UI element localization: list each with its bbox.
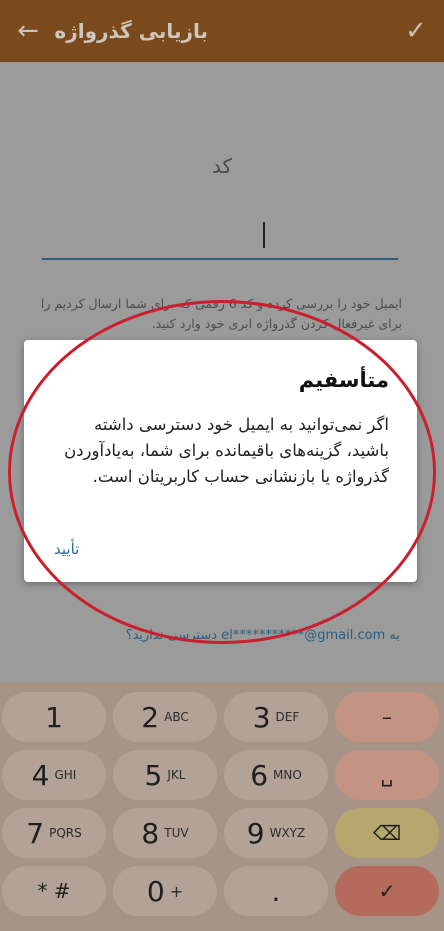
dialog-ok-button[interactable]: تأیید (54, 540, 79, 558)
numeric-keypad: 1 2 ABC 3 DEF – 4 GHI 5 JKL 6 MNO ␣ 7 PQ… (0, 682, 444, 931)
key-dot[interactable]: . (224, 866, 328, 916)
no-email-access-link[interactable]: به el***********@gmail.com دسترسی ندارید… (40, 628, 400, 643)
text-cursor (263, 222, 265, 248)
key-space[interactable]: ␣ (335, 750, 439, 800)
key-minus[interactable]: – (335, 692, 439, 742)
done-check-icon: ✓ (378, 879, 396, 903)
key-4[interactable]: 4 GHI (2, 750, 106, 800)
key-0[interactable]: 0 + (113, 866, 217, 916)
app-bar: ← بازیابی گذرواژه ✓ (0, 0, 444, 62)
back-arrow-icon[interactable]: ← (0, 0, 56, 62)
backspace-icon: ⌫ (372, 821, 402, 845)
key-1[interactable]: 1 (2, 692, 106, 742)
key-5[interactable]: 5 JKL (113, 750, 217, 800)
done-key[interactable]: ✓ (335, 866, 439, 916)
key-6[interactable]: 6 MNO (224, 750, 328, 800)
instructions-text: ایمیل خود را بررسی کرده و کد 6 رقمی که ب… (40, 296, 402, 331)
dialog-title: متأسفیم (298, 368, 389, 392)
key-star-hash[interactable]: * # (2, 866, 106, 916)
key-9[interactable]: 9 WXYZ (224, 808, 328, 858)
backspace-key[interactable]: ⌫ (335, 808, 439, 858)
sorry-dialog: متأسفیم اگر نمی‌توانید به ایمیل خود دستر… (24, 340, 417, 582)
code-input[interactable] (42, 210, 398, 260)
confirm-check-icon[interactable]: ✓ (388, 0, 444, 62)
key-2[interactable]: 2 ABC (113, 692, 217, 742)
code-label: کد (211, 154, 233, 178)
key-3[interactable]: 3 DEF (224, 692, 328, 742)
key-8[interactable]: 8 TUV (113, 808, 217, 858)
dialog-message: اگر نمی‌توانید به ایمیل خود دسترسی داشته… (64, 415, 389, 486)
page-title: بازیابی گذرواژه (54, 19, 208, 43)
key-7[interactable]: 7 PQRS (2, 808, 106, 858)
